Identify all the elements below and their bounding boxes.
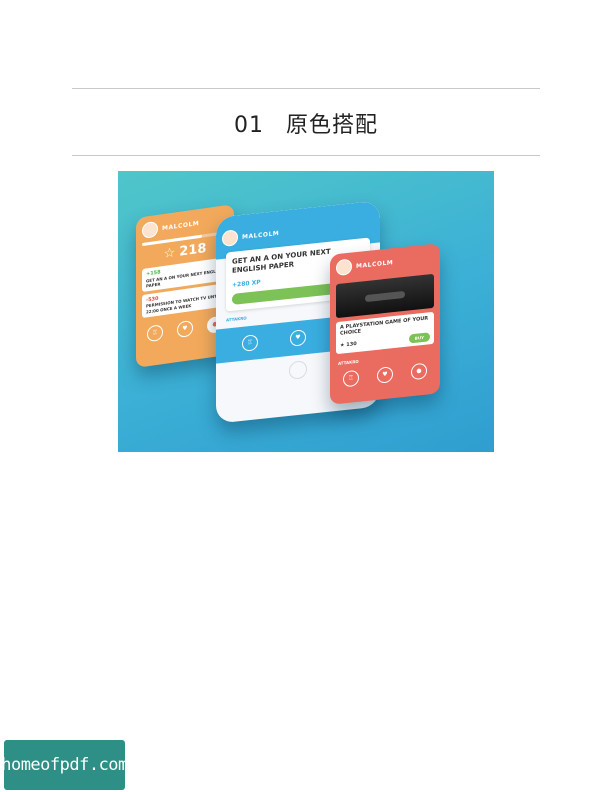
price: 130 — [346, 340, 357, 348]
tasks-icon: ♖ — [242, 333, 258, 352]
product-image — [336, 273, 434, 319]
profile-name: MALCOLM — [242, 229, 280, 241]
score-value: 218 — [179, 240, 207, 260]
section-heading: 01 原色搭配 — [72, 107, 540, 139]
section-number: 01 — [233, 113, 264, 138]
tasks-icon: ♖ — [343, 369, 359, 388]
avatar — [142, 220, 158, 240]
xp-value: +280 XP — [232, 278, 261, 289]
watermark-badge[interactable]: homeofpdf.com — [1, 740, 128, 790]
section-title: 原色搭配 — [285, 113, 378, 138]
star-icon: ★ — [340, 342, 345, 349]
star-icon: ☆ — [163, 245, 176, 263]
phone-red: MALCOLM A PLAYSTATION GAME OF YOUR CHOIC… — [330, 243, 440, 405]
profile-icon: ● — [411, 362, 427, 380]
avatar — [336, 258, 352, 277]
rewards-icon: ♥ — [290, 328, 306, 347]
tab-active: ATTAKRO — [226, 314, 247, 323]
profile-name: MALCOLM — [356, 258, 394, 270]
rewards-icon: ♥ — [377, 365, 393, 384]
avatar — [222, 229, 238, 247]
top-divider — [72, 88, 540, 89]
home-button — [289, 359, 307, 380]
watermark-text[interactable]: homeofpdf.com — [1, 755, 128, 775]
tasks-icon: ♖ — [147, 323, 163, 343]
buy-button: BUY — [408, 331, 430, 344]
profile-name: MALCOLM — [162, 219, 200, 232]
bottom-divider — [72, 155, 540, 156]
rewards-icon: ♥ — [177, 319, 193, 338]
app-mockup-illustration: MALCOLM ☆ 218 +158 GET AN A ON YOUR NEXT… — [118, 171, 494, 452]
